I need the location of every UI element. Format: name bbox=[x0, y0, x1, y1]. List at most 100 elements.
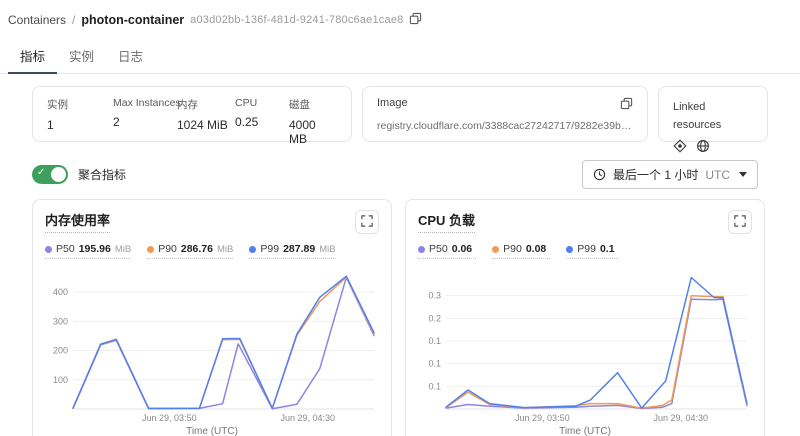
tab-instances[interactable]: 实例 bbox=[57, 41, 106, 73]
legend-item-p50[interactable]: P50 0.06 bbox=[418, 243, 476, 259]
breadcrumb-containers-link[interactable]: Containers bbox=[8, 13, 66, 27]
svg-text:Jun 29, 03:50: Jun 29, 03:50 bbox=[515, 413, 570, 423]
legend-item-p50[interactable]: P50 195.96 MiB bbox=[45, 243, 131, 259]
svg-text:0.1: 0.1 bbox=[428, 336, 441, 346]
stat-value: 4000 MB bbox=[289, 118, 337, 146]
legend-item-p99[interactable]: P99 0.1 bbox=[566, 243, 618, 259]
chevron-down-icon bbox=[739, 172, 747, 177]
p99-dot-icon bbox=[566, 246, 573, 253]
toggle-knob bbox=[51, 167, 66, 182]
stat-instances: 实例 1 bbox=[47, 97, 113, 131]
cpu-line-chart[interactable]: 0.1 0.1 0.1 0.2 0.3 Jun 29, 03:50 Jun 29, 04:3… bbox=[418, 263, 752, 425]
cpu-chart-legend: P50 0.06 P90 0.08 P99 0.1 bbox=[418, 243, 752, 259]
svg-text:400: 400 bbox=[53, 287, 68, 297]
linked-resources-label: Linked resources bbox=[673, 101, 721, 131]
legend-name: P90 bbox=[503, 243, 522, 255]
legend-name: P99 bbox=[260, 243, 279, 255]
svg-text:100: 100 bbox=[53, 375, 68, 385]
image-card-label: Image bbox=[377, 97, 408, 109]
memory-line-chart[interactable]: 100 200 300 400 Jun 29, 03:50 Jun 29, 04:30 bbox=[45, 263, 379, 425]
image-card: Image registry.cloudflare.com/3388cac272… bbox=[362, 86, 648, 142]
stat-label: 实例 bbox=[47, 97, 113, 112]
cpu-chart-title: CPU 负载 bbox=[418, 210, 475, 233]
legend-name: P99 bbox=[577, 243, 596, 255]
expand-icon bbox=[361, 215, 373, 230]
container-id: a03d02bb-136f-481d-9241-780c6ae1cae8 bbox=[190, 14, 403, 26]
time-range-dropdown[interactable]: 最后一个 1 小时 UTC bbox=[582, 160, 758, 189]
svg-text:0.1: 0.1 bbox=[428, 359, 441, 369]
linked-resources-card: Linked resources bbox=[658, 86, 768, 142]
p90-dot-icon bbox=[492, 246, 499, 253]
legend-value: 286.76 bbox=[181, 243, 213, 255]
svg-text:0.2: 0.2 bbox=[428, 313, 441, 323]
legend-name: P50 bbox=[429, 243, 448, 255]
copy-icon bbox=[620, 97, 633, 113]
legend-unit: MiB bbox=[115, 244, 131, 255]
stats-card: 实例 1 Max Instances 2 内存 1024 MiB CPU 0.2… bbox=[32, 86, 352, 142]
controls-row: ✓ 聚合指标 最后一个 1 小时 UTC bbox=[0, 160, 800, 189]
svg-text:0.3: 0.3 bbox=[428, 291, 441, 301]
cpu-x-axis-title: Time (UTC) bbox=[418, 426, 752, 436]
legend-value: 0.08 bbox=[526, 243, 546, 255]
stat-label: Max Instances bbox=[113, 97, 177, 109]
timezone-label: UTC bbox=[705, 168, 730, 182]
clock-icon bbox=[593, 168, 606, 181]
stat-value: 2 bbox=[113, 115, 177, 129]
svg-text:Jun 29, 03:50: Jun 29, 03:50 bbox=[142, 413, 197, 423]
svg-text:Jun 29, 04:30: Jun 29, 04:30 bbox=[281, 413, 336, 423]
legend-name: P90 bbox=[158, 243, 177, 255]
svg-text:Jun 29, 04:30: Jun 29, 04:30 bbox=[654, 413, 709, 423]
breadcrumb-separator: / bbox=[72, 13, 75, 27]
tab-logs[interactable]: 日志 bbox=[106, 41, 155, 73]
memory-x-axis-title: Time (UTC) bbox=[45, 426, 379, 436]
legend-value: 195.96 bbox=[79, 243, 111, 255]
aggregate-metrics-toggle[interactable]: ✓ bbox=[32, 165, 68, 184]
svg-text:300: 300 bbox=[53, 316, 68, 326]
info-cards-row: 实例 1 Max Instances 2 内存 1024 MiB CPU 0.2… bbox=[0, 86, 800, 142]
memory-chart-title: 内存使用率 bbox=[45, 210, 110, 233]
stat-disk: 磁盘 4000 MB bbox=[289, 97, 337, 131]
image-registry-path: registry.cloudflare.com/3388cac27242717/… bbox=[377, 120, 633, 132]
globe-icon[interactable] bbox=[696, 139, 710, 158]
legend-unit: MiB bbox=[319, 244, 335, 255]
stat-value: 1024 MiB bbox=[177, 118, 235, 132]
expand-icon bbox=[734, 215, 746, 230]
p90-dot-icon bbox=[147, 246, 154, 253]
tab-metrics[interactable]: 指标 bbox=[8, 41, 57, 73]
breadcrumb: Containers / photon-container a03d02bb-1… bbox=[0, 0, 800, 28]
legend-name: P50 bbox=[56, 243, 75, 255]
svg-text:200: 200 bbox=[53, 346, 68, 356]
legend-unit: MiB bbox=[217, 244, 233, 255]
copy-id-button[interactable] bbox=[409, 12, 422, 28]
p50-dot-icon bbox=[418, 246, 425, 253]
copy-icon bbox=[409, 12, 422, 28]
legend-value: 0.1 bbox=[600, 243, 615, 255]
stat-value: 0.25 bbox=[235, 115, 289, 129]
time-range-value: 最后一个 1 小时 bbox=[613, 166, 698, 183]
workers-icon[interactable] bbox=[673, 139, 687, 158]
stat-max-instances: Max Instances 2 bbox=[113, 97, 177, 131]
stat-label: CPU bbox=[235, 97, 289, 109]
memory-chart-expand-button[interactable] bbox=[355, 210, 379, 234]
legend-value: 287.89 bbox=[283, 243, 315, 255]
p99-dot-icon bbox=[249, 246, 256, 253]
charts-row: 内存使用率 P50 195.96 MiB P90 286.76 MiB bbox=[0, 199, 800, 436]
stat-value: 1 bbox=[47, 118, 113, 132]
stat-label: 内存 bbox=[177, 97, 235, 112]
page-title: photon-container bbox=[81, 13, 184, 27]
svg-text:0.1: 0.1 bbox=[428, 381, 441, 391]
aggregate-metrics-label: 聚合指标 bbox=[78, 166, 126, 183]
copy-image-button[interactable] bbox=[620, 97, 633, 113]
legend-value: 0.06 bbox=[452, 243, 472, 255]
memory-usage-chart-card: 内存使用率 P50 195.96 MiB P90 286.76 MiB bbox=[32, 199, 392, 436]
legend-item-p90[interactable]: P90 0.08 bbox=[492, 243, 550, 259]
legend-item-p90[interactable]: P90 286.76 MiB bbox=[147, 243, 233, 259]
cpu-chart-expand-button[interactable] bbox=[728, 210, 752, 234]
stat-label: 磁盘 bbox=[289, 97, 337, 112]
tab-bar: 指标 实例 日志 bbox=[0, 41, 800, 74]
memory-chart-legend: P50 195.96 MiB P90 286.76 MiB P99 287.89… bbox=[45, 243, 379, 259]
p50-dot-icon bbox=[45, 246, 52, 253]
legend-item-p99[interactable]: P99 287.89 MiB bbox=[249, 243, 335, 259]
stat-memory: 内存 1024 MiB bbox=[177, 97, 235, 131]
cpu-load-chart-card: CPU 负载 P50 0.06 P90 0.08 bbox=[405, 199, 765, 436]
